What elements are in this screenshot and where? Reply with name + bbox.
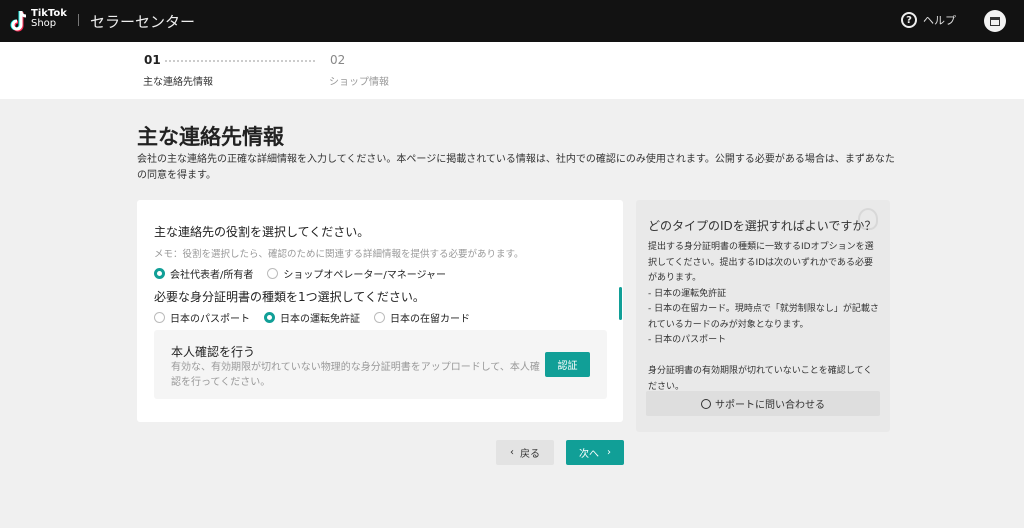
- next-label: 次へ: [579, 449, 599, 460]
- verification-title: 本人確認を行う: [171, 345, 256, 359]
- step-1-number: 01: [144, 53, 161, 67]
- radio-unchecked-icon: [267, 268, 279, 279]
- logo-text: TikTok Shop: [31, 8, 67, 29]
- form-card: 主な連絡先の役割を選択してください。 メモ：役割を選択したら、確認のために関連す…: [137, 200, 623, 422]
- divider: [78, 14, 79, 26]
- radio-label: 日本のパスポート: [170, 314, 250, 325]
- help-panel-body: 提出する身分証明書の種類に一致するIDオプションを選択してください。提出するID…: [648, 242, 879, 392]
- tiktok-logo-icon: [10, 10, 27, 32]
- id-radio-passport[interactable]: 日本のパスポート: [154, 310, 250, 325]
- radio-label: 日本の在留カード: [390, 314, 470, 325]
- role-radio-operator[interactable]: ショップオペレーター/マネージャー: [267, 266, 446, 281]
- role-memo: メモ：役割を選択したら、確認のために関連する詳細情報を提供する必要があります。: [154, 249, 524, 260]
- verification-box: 本人確認を行う 有効な、有効期限が切れていない物理的な身分証明書をアップロードし…: [154, 330, 607, 399]
- help-label: ヘルプ: [923, 14, 956, 27]
- question-icon: ?: [901, 12, 917, 28]
- id-radio-drivers-license[interactable]: 日本の運転免許証: [264, 310, 360, 325]
- radio-label: 日本の運転免許証: [280, 314, 360, 325]
- chevron-right-icon: ›: [607, 447, 611, 458]
- next-button[interactable]: 次へ ›: [566, 440, 624, 465]
- store-avatar-button[interactable]: [984, 10, 1006, 32]
- radio-checked-icon: [154, 268, 165, 279]
- verification-description: 有効な、有効期限が切れていない物理的な身分証明書をアップロードして、本人確認を行…: [171, 362, 540, 388]
- contact-support-button[interactable]: サポートに問い合わせる: [646, 391, 880, 416]
- stepper: 01 02 主な連絡先情報 ショップ情報: [0, 42, 1024, 99]
- page-title: 主な連絡先情報: [137, 125, 284, 149]
- app-title: セラーセンター: [90, 13, 196, 31]
- back-button[interactable]: ‹ 戻る: [496, 440, 554, 465]
- chevron-left-icon: ‹: [510, 447, 514, 458]
- step-1-label: 主な連絡先情報: [143, 77, 213, 88]
- help-button[interactable]: ? ヘルプ: [901, 12, 956, 28]
- help-panel: どのタイプのIDを選択すればよいですか？ 提出する身分証明書の種類に一致するID…: [636, 200, 890, 432]
- radio-label: ショップオペレーター/マネージャー: [283, 270, 447, 281]
- chat-icon: [701, 398, 711, 409]
- step-2-number: 02: [330, 53, 346, 67]
- support-label: サポートに問い合わせる: [715, 400, 825, 411]
- role-radio-owner[interactable]: 会社代表者/所有者: [154, 266, 253, 281]
- top-header: TikTok Shop セラーセンター ? ヘルプ: [0, 0, 1024, 42]
- radio-unchecked-icon: [374, 312, 385, 323]
- help-panel-title: どのタイプのIDを選択すればよいですか？: [648, 219, 877, 233]
- id-question: 必要な身分証明書の種類を1つ選択してください。: [154, 290, 425, 304]
- role-radio-group: 会社代表者/所有者 ショップオペレーター/マネージャー: [154, 266, 446, 281]
- scrollbar[interactable]: [619, 287, 622, 320]
- step-connector: [165, 60, 315, 62]
- radio-label: 会社代表者/所有者: [170, 270, 254, 281]
- back-label: 戻る: [520, 449, 540, 460]
- radio-unchecked-icon: [154, 312, 165, 323]
- radio-checked-icon: [264, 312, 275, 323]
- id-radio-residence-card[interactable]: 日本の在留カード: [374, 310, 470, 325]
- role-question: 主な連絡先の役割を選択してください。: [154, 225, 370, 239]
- page-description: 会社の主な連絡先の正確な詳細情報を入力してください。本ページに掲載されている情報…: [137, 154, 895, 181]
- step-2-label: ショップ情報: [329, 77, 389, 88]
- verify-button[interactable]: 認証: [545, 352, 590, 377]
- store-icon: [990, 16, 1000, 26]
- id-radio-group: 日本のパスポート 日本の運転免許証 日本の在留カード: [154, 310, 470, 325]
